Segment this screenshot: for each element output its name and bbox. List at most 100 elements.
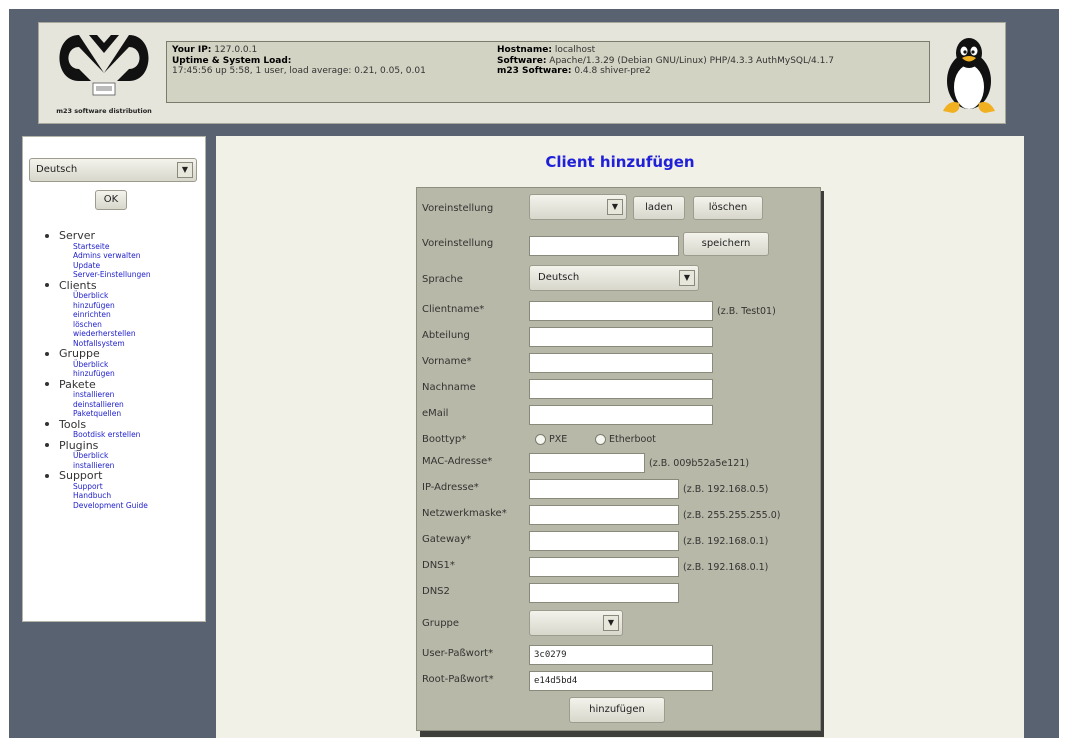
software-value: Apache/1.3.29 (Debian GNU/Linux) PHP/4.3…: [549, 55, 834, 66]
user-password-input[interactable]: 3c0279: [529, 645, 713, 665]
nav-group-title: Server: [59, 229, 96, 242]
m23-logo: m23 software distribution: [49, 29, 159, 115]
language-select[interactable]: Deutsch ▼: [29, 158, 197, 182]
email-input[interactable]: [529, 405, 713, 425]
sidebar-link-packages-install[interactable]: installieren: [73, 390, 151, 400]
group-select[interactable]: ▼: [529, 610, 623, 636]
lastname-input[interactable]: [529, 379, 713, 399]
sidebar: Deutsch ▼ OK Server Startseite Admins ve…: [22, 136, 206, 622]
client-language-value: Deutsch: [538, 272, 580, 283]
hostname-value: localhost: [554, 45, 596, 55]
nav-group-title: Pakete: [59, 377, 96, 391]
sidebar-link-update[interactable]: Update: [73, 261, 151, 271]
department-label: Abteilung: [422, 330, 470, 341]
add-client-form: Voreinstellung ▼ laden löschen Voreinste…: [416, 187, 821, 731]
root-password-label: Root-Paßwort*: [422, 674, 494, 685]
m23-software-label: m23 Software:: [497, 66, 572, 76]
sidebar-link-group-overview[interactable]: Überblick: [73, 360, 151, 370]
logo-caption: m23 software distribution: [56, 107, 152, 115]
dns1-hint: (z.B. 192.168.0.1): [683, 562, 769, 573]
nav-group-title: Gruppe: [59, 347, 100, 360]
firstname-label: Vorname*: [422, 356, 472, 367]
clientname-hint: (z.B. Test01): [717, 306, 776, 317]
lastname-label: Nachname: [422, 382, 476, 393]
boottype-pxe-label: PXE: [549, 434, 568, 445]
ip-label: IP-Adresse*: [422, 482, 479, 493]
bullet-icon: [45, 351, 49, 356]
language-label: Sprache: [422, 274, 463, 285]
netmask-hint: (z.B. 255.255.255.0): [683, 510, 781, 521]
uptime-value: 17:45:56 up 5:58, 1 user, load average: …: [172, 66, 426, 76]
bullet-icon: [45, 473, 49, 478]
bullet-icon: [45, 382, 49, 387]
preset-select[interactable]: ▼: [529, 194, 627, 220]
client-language-select[interactable]: Deutsch ▼: [529, 265, 699, 291]
system-info-box: Your IP: 127.0.0.1 Uptime & System Load:…: [166, 41, 930, 103]
ip-input[interactable]: [529, 479, 679, 499]
netmask-input[interactable]: [529, 505, 679, 525]
delete-preset-button[interactable]: löschen: [693, 196, 763, 220]
dns2-label: DNS2: [422, 586, 450, 597]
bullet-icon: [45, 283, 49, 288]
sidebar-link-clients-overview[interactable]: Überblick: [73, 291, 151, 301]
nav-group-pakete: Pakete installieren deinstallieren Paket…: [45, 377, 151, 419]
netmask-label: Netzwerkmaske*: [422, 508, 507, 519]
sidebar-link-clients-delete[interactable]: löschen: [73, 320, 151, 330]
group-label: Gruppe: [422, 618, 460, 629]
bullet-icon: [45, 233, 49, 238]
sidebar-link-clients-add[interactable]: hinzufügen: [73, 301, 151, 311]
your-ip-value: 127.0.0.1: [214, 45, 258, 55]
preset-name-label: Voreinstellung: [422, 238, 494, 249]
bullet-icon: [45, 422, 49, 427]
ip-hint: (z.B. 192.168.0.5): [683, 484, 769, 495]
ok-button[interactable]: OK: [95, 190, 127, 210]
save-preset-button[interactable]: speichern: [683, 232, 769, 256]
sidebar-link-clients-restore[interactable]: wiederherstellen: [73, 329, 151, 339]
main-content: Client hinzufügen Voreinstellung ▼ laden…: [216, 136, 1024, 738]
dns1-input[interactable]: [529, 557, 679, 577]
sidebar-link-dev-guide[interactable]: Development Guide: [73, 501, 151, 511]
sidebar-link-admins[interactable]: Admins verwalten: [73, 251, 151, 261]
m23-software-value: 0.4.8 shiver-pre2: [574, 66, 651, 76]
sidebar-link-startseite[interactable]: Startseite: [73, 242, 151, 252]
nav-group-title: Clients: [59, 278, 97, 292]
nav-group-clients: Clients Überblick hinzufügen einrichten …: [45, 278, 151, 349]
boottype-label: Boottyp*: [422, 434, 467, 445]
language-select-value: Deutsch: [36, 164, 78, 175]
sidebar-link-plugins-overview[interactable]: Überblick: [73, 451, 151, 461]
nav-group-support: Support Support Handbuch Development Gui…: [45, 470, 151, 510]
chevron-down-icon: ▼: [603, 615, 619, 631]
nav-group-title: Tools: [59, 417, 87, 431]
sidebar-link-packages-uninstall[interactable]: deinstallieren: [73, 400, 151, 410]
load-preset-button[interactable]: laden: [633, 196, 685, 220]
boottype-pxe-radio[interactable]: [535, 434, 546, 445]
chevron-down-icon: ▼: [607, 199, 623, 215]
firstname-input[interactable]: [529, 353, 713, 373]
add-client-button[interactable]: hinzufügen: [569, 697, 665, 723]
tux-penguin-icon: [935, 35, 1003, 115]
sidebar-link-handbook[interactable]: Handbuch: [73, 491, 151, 501]
mac-input[interactable]: [529, 453, 645, 473]
clientname-input[interactable]: [529, 301, 713, 321]
boottype-etherboot-radio[interactable]: [595, 434, 606, 445]
uptime-label: Uptime & System Load:: [172, 55, 292, 66]
gateway-label: Gateway*: [422, 534, 472, 545]
chevron-down-icon: ▼: [177, 162, 193, 178]
preset-label: Voreinstellung: [422, 203, 494, 214]
dns2-input[interactable]: [529, 583, 679, 603]
gateway-input[interactable]: [529, 531, 679, 551]
nav-group-tools: Tools Bootdisk erstellen: [45, 417, 151, 440]
email-label: eMail: [422, 408, 449, 419]
sidebar-link-support[interactable]: Support: [73, 482, 151, 492]
hostname-label: Hostname:: [497, 45, 552, 55]
department-input[interactable]: [529, 327, 713, 347]
page-title: Client hinzufügen: [545, 153, 695, 171]
nav-group-plugins: Plugins Überblick installieren: [45, 439, 151, 471]
sidebar-link-clients-setup[interactable]: einrichten: [73, 310, 151, 320]
root-password-input[interactable]: e14d5bd4: [529, 671, 713, 691]
preset-name-input[interactable]: [529, 236, 679, 256]
sidebar-nav: Server Startseite Admins verwalten Updat…: [45, 230, 151, 510]
header-panel: m23 software distribution Your IP: 127.0…: [38, 22, 1006, 124]
dns1-label: DNS1*: [422, 560, 455, 571]
boottype-etherboot-label: Etherboot: [609, 434, 656, 445]
